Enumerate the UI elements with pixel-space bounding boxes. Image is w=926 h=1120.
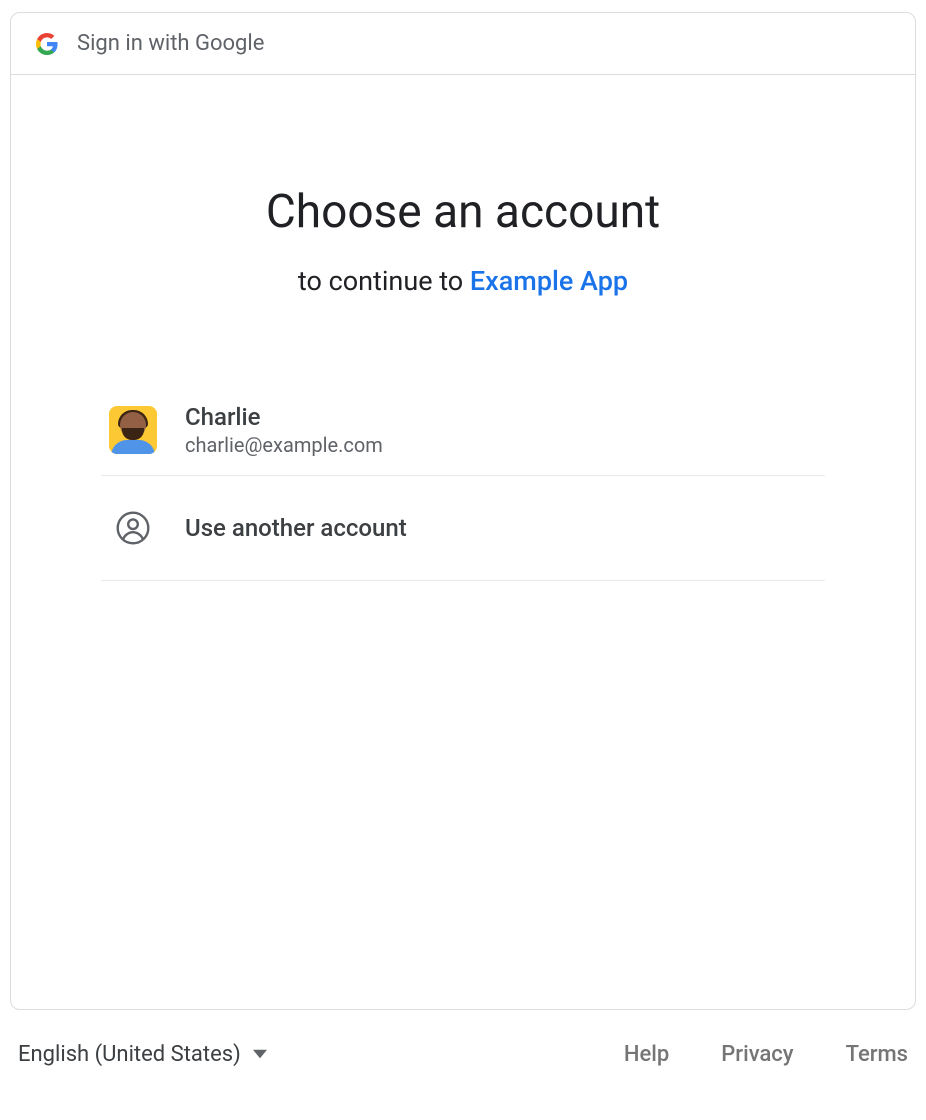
- page-title: Choose an account: [101, 185, 825, 239]
- use-another-label: Use another account: [185, 514, 407, 542]
- card-header: Sign in with Google: [11, 13, 915, 75]
- use-another-account[interactable]: Use another account: [101, 476, 825, 581]
- avatar: [109, 406, 157, 454]
- privacy-link[interactable]: Privacy: [721, 1042, 793, 1067]
- app-name-link[interactable]: Example App: [470, 265, 628, 297]
- header-title: Sign in with Google: [77, 31, 264, 56]
- help-link[interactable]: Help: [624, 1042, 669, 1067]
- account-name: Charlie: [185, 403, 383, 431]
- dropdown-icon: [253, 1042, 267, 1067]
- google-logo-icon: [35, 32, 59, 56]
- account-email: charlie@example.com: [185, 433, 383, 457]
- sub-prefix: to continue to: [298, 265, 470, 297]
- footer: English (United States) Help Privacy Ter…: [0, 1010, 926, 1067]
- person-circle-icon: [109, 504, 157, 552]
- account-list: Charlie charlie@example.com Use another …: [101, 385, 825, 581]
- language-selector[interactable]: English (United States): [18, 1042, 267, 1067]
- card-body: Choose an account to continue to Example…: [11, 75, 915, 1009]
- sub-heading: to continue to Example App: [101, 265, 825, 297]
- account-item[interactable]: Charlie charlie@example.com: [101, 385, 825, 476]
- terms-link[interactable]: Terms: [846, 1042, 908, 1067]
- signin-card: Sign in with Google Choose an account to…: [10, 12, 916, 1010]
- footer-links: Help Privacy Terms: [624, 1042, 908, 1067]
- account-text: Charlie charlie@example.com: [185, 403, 383, 457]
- language-label: English (United States): [18, 1042, 241, 1067]
